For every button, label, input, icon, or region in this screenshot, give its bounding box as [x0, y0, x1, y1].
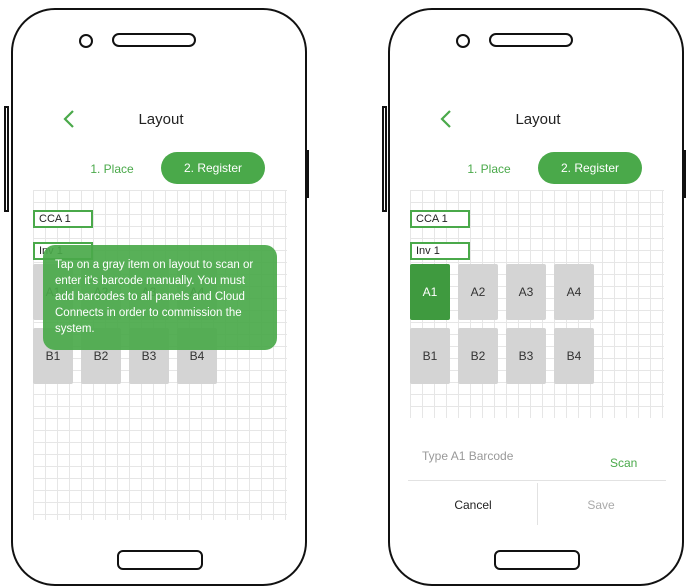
save-button[interactable]: Save — [566, 498, 636, 512]
panel-cell-a1-selected[interactable]: A1 — [410, 264, 450, 320]
divider — [537, 483, 538, 525]
volume-button — [382, 106, 387, 212]
panel-cell-a3[interactable]: A3 — [506, 264, 546, 320]
page-title: Layout — [138, 111, 184, 128]
barcode-input[interactable] — [420, 448, 574, 464]
cancel-button[interactable]: Cancel — [438, 498, 508, 512]
cca-tag[interactable]: CCA 1 — [33, 210, 93, 228]
help-tooltip: Tap on a gray item on layout to scan or … — [43, 245, 277, 350]
camera-icon — [79, 34, 93, 48]
divider — [408, 480, 666, 481]
panel-cell-b3[interactable]: B3 — [506, 328, 546, 384]
tab-place[interactable]: 1. Place — [454, 162, 524, 176]
phone-screen-tooltip: Layout 1. Place 2. Register CCA 1 Inv 1 … — [11, 8, 307, 586]
tab-register[interactable]: 2. Register — [538, 152, 642, 184]
home-button — [117, 550, 203, 570]
phone-screen-register: Layout 1. Place 2. Register CCA 1 Inv 1 … — [388, 8, 684, 586]
scan-button[interactable]: Scan — [610, 456, 637, 470]
speaker-grille — [112, 33, 196, 47]
panel-cell-a2[interactable]: A2 — [458, 264, 498, 320]
panel-cell-b1[interactable]: B1 — [410, 328, 450, 384]
inv-tag[interactable]: Inv 1 — [410, 242, 470, 260]
page-title: Layout — [515, 111, 561, 128]
panel-cell-b2[interactable]: B2 — [458, 328, 498, 384]
home-button — [494, 550, 580, 570]
cca-tag[interactable]: CCA 1 — [410, 210, 470, 228]
panel-cell-b4[interactable]: B4 — [554, 328, 594, 384]
panel-cell-a4[interactable]: A4 — [554, 264, 594, 320]
volume-button — [4, 106, 9, 212]
speaker-grille — [489, 33, 573, 47]
camera-icon — [456, 34, 470, 48]
tab-place[interactable]: 1. Place — [77, 162, 147, 176]
tab-register[interactable]: 2. Register — [161, 152, 265, 184]
